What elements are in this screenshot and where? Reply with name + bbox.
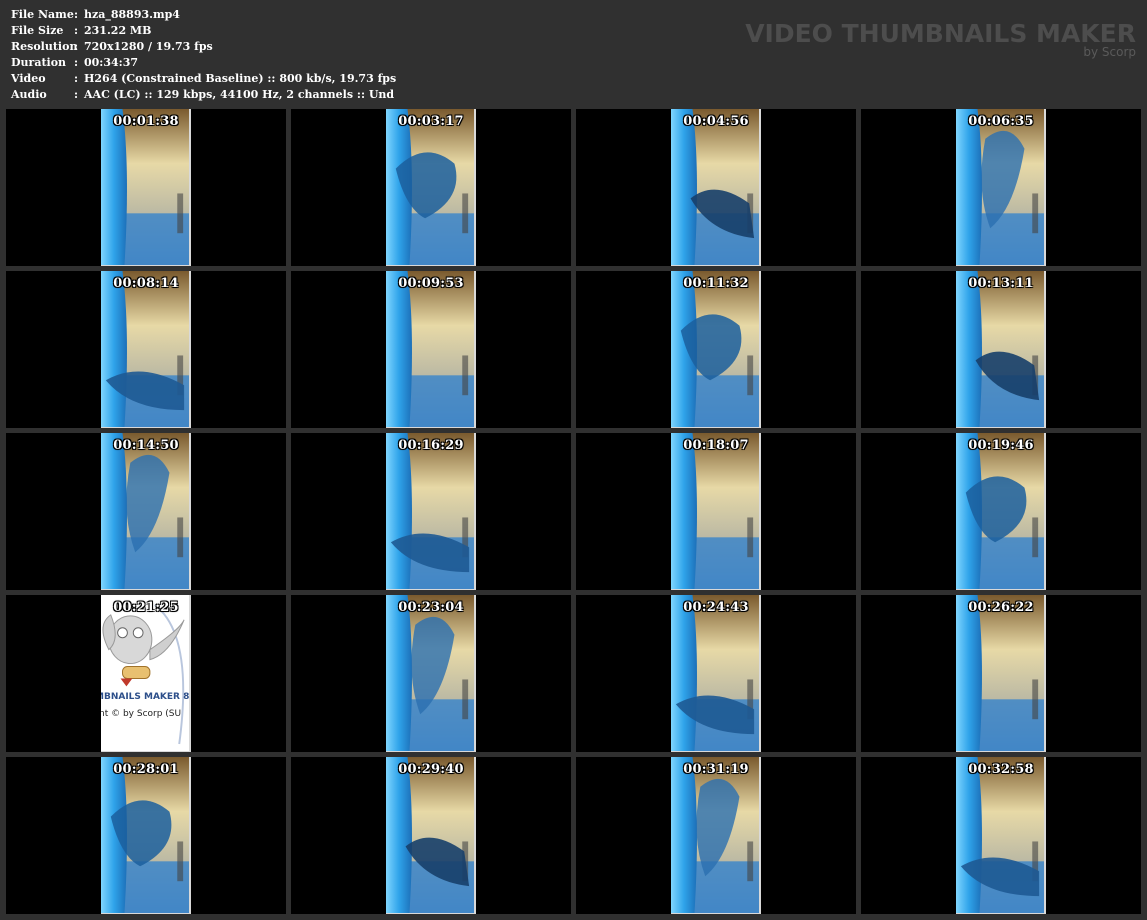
- video-frame-image: 00:06:35: [956, 109, 1046, 266]
- resolution-value: 720x1280 / 19.73 fps: [84, 40, 213, 53]
- file-size-sep: :: [74, 24, 79, 37]
- audio-value: AAC (LC) :: 129 kbps, 44100 Hz, 2 channe…: [84, 88, 395, 101]
- video-row: Video : H264 (Constrained Baseline) :: 8…: [11, 71, 396, 87]
- thumbnail-cell: 00:32:58: [861, 757, 1141, 914]
- thumbnail-cell: 00:03:17: [291, 109, 571, 266]
- video-frame-image: 00:01:38: [101, 109, 191, 266]
- thumbnail-cell: 00:26:22: [861, 595, 1141, 752]
- video-frame-image: 00:28:01: [101, 757, 191, 914]
- thumbnail-cell: 00:01:38: [6, 109, 286, 266]
- thumbnail-cell: 00:14:50: [6, 433, 286, 590]
- thumbnail-cell: 00:24:43: [576, 595, 856, 752]
- timestamp-label: 00:11:32: [683, 276, 749, 291]
- audio-key: Audio: [11, 88, 47, 101]
- file-info: File Name : hza_88893.mp4 File Size : 23…: [11, 7, 396, 103]
- video-frame-image: 00:32:58: [956, 757, 1046, 914]
- thumbnail-cell: 00:13:11: [861, 271, 1141, 428]
- video-sep: :: [74, 72, 79, 85]
- timestamp-label: 00:21:25: [113, 600, 179, 615]
- audio-sep: :: [74, 88, 79, 101]
- timestamp-label: 00:32:58: [968, 762, 1034, 777]
- video-frame-image: 00:04:56: [671, 109, 761, 266]
- video-frame-image: 00:14:50: [101, 433, 191, 590]
- video-frame-image: 00:29:40: [386, 757, 476, 914]
- timestamp-label: 00:18:07: [683, 438, 749, 453]
- duration-row: Duration : 00:34:37: [11, 55, 396, 71]
- timestamp-label: 00:04:56: [683, 114, 749, 129]
- file-name-key: File Name: [11, 8, 74, 21]
- duration-key: Duration: [11, 56, 67, 69]
- timestamp-label: 00:24:43: [683, 600, 749, 615]
- thumbnail-cell: 00:11:32: [576, 271, 856, 428]
- timestamp-label: 00:09:53: [398, 276, 464, 291]
- thumbnail-cell: 00:06:35: [861, 109, 1141, 266]
- timestamp-label: 00:23:04: [398, 600, 464, 615]
- thumbnail-cell: 00:23:04: [291, 595, 571, 752]
- video-value: H264 (Constrained Baseline) :: 800 kb/s,…: [84, 72, 397, 85]
- logo-caption: MBNAILS MAKER 8: [101, 692, 190, 702]
- duration-value: 00:34:37: [84, 56, 139, 69]
- video-frame-image: 00:26:22: [956, 595, 1046, 752]
- timestamp-label: 00:01:38: [113, 114, 179, 129]
- file-size-value: 231.22 MB: [84, 24, 152, 37]
- audio-row: Audio : AAC (LC) :: 129 kbps, 44100 Hz, …: [11, 87, 396, 103]
- thumbnail-sheet: File Name : hza_88893.mp4 File Size : 23…: [0, 0, 1147, 920]
- video-key: Video: [11, 72, 46, 85]
- logo-frame-image: MBNAILS MAKER 8 nt © by Scorp (SU 00:21:25: [101, 595, 191, 752]
- video-frame-image: 00:23:04: [386, 595, 476, 752]
- timestamp-label: 00:29:40: [398, 762, 464, 777]
- timestamp-label: 00:08:14: [113, 276, 179, 291]
- brand-watermark: VIDEO THUMBNAILS MAKER by Scorp: [745, 19, 1136, 59]
- timestamp-label: 00:28:01: [113, 762, 179, 777]
- file-name-row: File Name : hza_88893.mp4: [11, 7, 396, 23]
- timestamp-label: 00:16:29: [398, 438, 464, 453]
- thumbnail-cell: 00:18:07: [576, 433, 856, 590]
- video-frame-image: 00:31:19: [671, 757, 761, 914]
- resolution-key: Resolution: [11, 40, 78, 53]
- thumbnail-grid: 00:01:38 00:03:17 00:04:56 00:06:35 00:08:14…: [6, 109, 1142, 914]
- resolution-row: Resolution : 720x1280 / 19.73 fps: [11, 39, 396, 55]
- video-frame-image: 00:16:29: [386, 433, 476, 590]
- thumbnail-cell: 00:31:19: [576, 757, 856, 914]
- file-name-value: hza_88893.mp4: [84, 8, 180, 21]
- thumbnail-cell: 00:19:46: [861, 433, 1141, 590]
- timestamp-label: 00:06:35: [968, 114, 1034, 129]
- video-frame-image: 00:13:11: [956, 271, 1046, 428]
- video-frame-image: 00:03:17: [386, 109, 476, 266]
- timestamp-label: 00:14:50: [113, 438, 179, 453]
- thumbnail-cell: 00:28:01: [6, 757, 286, 914]
- video-frame-image: 00:11:32: [671, 271, 761, 428]
- video-frame-image: 00:19:46: [956, 433, 1046, 590]
- timestamp-label: 00:13:11: [968, 276, 1034, 291]
- video-frame-image: 00:18:07: [671, 433, 761, 590]
- video-frame-image: 00:08:14: [101, 271, 191, 428]
- file-name-sep: :: [74, 8, 79, 21]
- brand-title: VIDEO THUMBNAILS MAKER: [745, 19, 1136, 48]
- thumbnail-cell: 00:16:29: [291, 433, 571, 590]
- thumbnail-cell: 00:08:14: [6, 271, 286, 428]
- resolution-sep: :: [74, 40, 79, 53]
- timestamp-label: 00:31:19: [683, 762, 749, 777]
- duration-sep: :: [74, 56, 79, 69]
- thumbnail-cell: 00:09:53: [291, 271, 571, 428]
- file-size-row: File Size : 231.22 MB: [11, 23, 396, 39]
- thumbnail-cell: 00:29:40: [291, 757, 571, 914]
- file-size-key: File Size: [11, 24, 64, 37]
- logo-copyright: nt © by Scorp (SU: [101, 709, 182, 719]
- thumbnail-cell: MBNAILS MAKER 8 nt © by Scorp (SU 00:21:25: [6, 595, 286, 752]
- video-frame-image: 00:09:53: [386, 271, 476, 428]
- video-frame-image: 00:24:43: [671, 595, 761, 752]
- timestamp-label: 00:26:22: [968, 600, 1034, 615]
- timestamp-label: 00:19:46: [968, 438, 1034, 453]
- thumbnail-cell: 00:04:56: [576, 109, 856, 266]
- timestamp-label: 00:03:17: [398, 114, 464, 129]
